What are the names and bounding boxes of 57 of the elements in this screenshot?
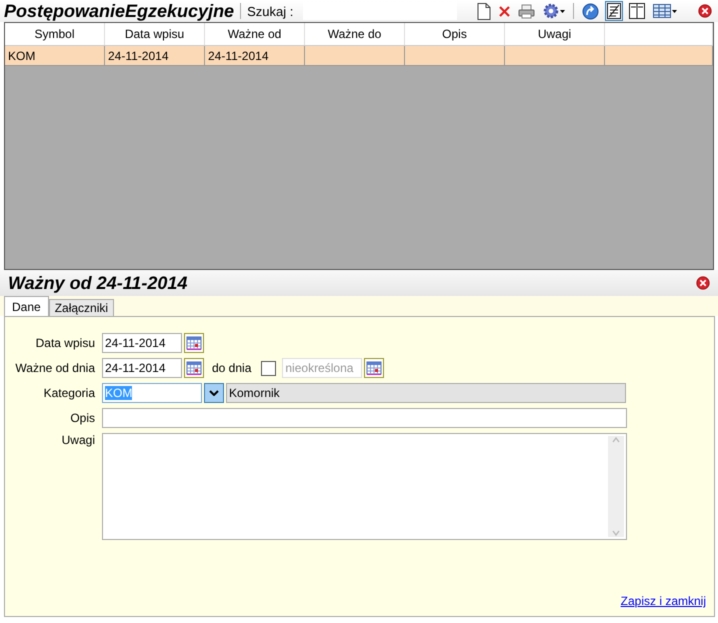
table-cell: 24-11-2014 (105, 46, 205, 66)
date-field[interactable]: 24-11-2014 (102, 358, 182, 378)
refresh-button[interactable] (580, 1, 601, 21)
category-description: Komornik (226, 383, 626, 403)
caret-icon (672, 10, 677, 12)
field-label: Data wpisu (34, 336, 96, 350)
caret-icon (560, 10, 565, 12)
search-label: Szukaj : (247, 4, 294, 18)
tab[interactable]: Dane (4, 296, 49, 316)
date-field[interactable]: 24-11-2014 (102, 333, 182, 353)
save-and-close-link[interactable]: Zapisz i zamknij (620, 594, 706, 608)
close-icon (698, 2, 712, 20)
calendar-button[interactable] (364, 358, 384, 378)
close-button[interactable] (696, 2, 714, 20)
close-icon (696, 274, 710, 292)
document-lines-icon (606, 3, 621, 19)
date-field[interactable]: nieokreślona (282, 358, 362, 378)
chevron-down-icon (209, 390, 219, 396)
new-document-icon (476, 2, 491, 20)
column-header[interactable]: Uwagi (538, 27, 572, 41)
input-field[interactable] (102, 408, 627, 428)
field-label: Ważne od dnia (14, 361, 96, 375)
calendar-icon (366, 360, 382, 376)
scroll-down-icon (612, 529, 620, 537)
selected-text: KOM (105, 386, 132, 400)
column-header[interactable]: Data wpisu (124, 27, 184, 41)
detail-title: Ważny od 24-11-2014 (8, 272, 188, 294)
details-button[interactable] (604, 1, 623, 21)
calendar-icon (186, 360, 202, 376)
table-cell: KOM (5, 46, 105, 66)
table-row[interactable]: KOM 24-11-2014 24-11-2014 (5, 46, 713, 66)
printer-icon (518, 4, 535, 18)
field-label: Opis (69, 411, 96, 425)
scroll-up-icon (612, 436, 620, 444)
column-header[interactable]: Ważne od (228, 27, 282, 41)
table-icon (652, 4, 671, 18)
gear-icon (542, 3, 559, 19)
grid-button[interactable] (650, 1, 679, 21)
window-title: PostępowanieEgzekucyjne (4, 0, 234, 22)
field-label: Kategoria (42, 386, 96, 400)
dropdown-button[interactable] (204, 383, 224, 403)
checkbox[interactable] (261, 360, 276, 376)
layout-button[interactable] (626, 1, 647, 21)
field-label: do dnia (212, 361, 252, 375)
column-header[interactable]: Opis (442, 27, 467, 41)
close-button[interactable] (694, 274, 712, 292)
delete-icon (498, 6, 510, 16)
calendar-icon (186, 335, 202, 351)
column-header[interactable]: Symbol (34, 27, 74, 41)
calendar-button[interactable] (184, 358, 204, 378)
field-label: Uwagi (60, 433, 96, 447)
calendar-button[interactable] (184, 333, 204, 353)
table-cell: 24-11-2014 (205, 46, 305, 66)
new-button[interactable] (474, 1, 493, 21)
column-header[interactable]: Ważne do (328, 27, 382, 41)
tab[interactable]: Załączniki (48, 299, 114, 316)
split-panel-icon (628, 3, 645, 19)
